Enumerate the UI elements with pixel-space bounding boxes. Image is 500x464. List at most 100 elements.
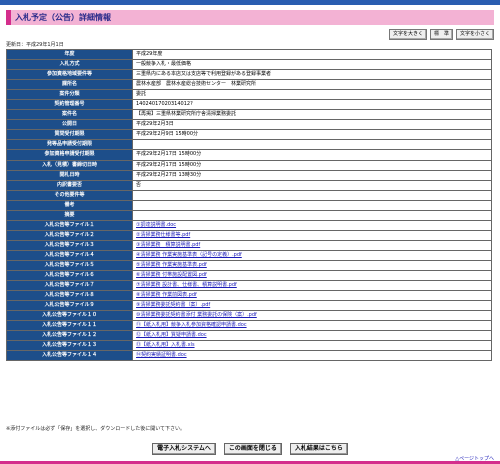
top-accent-bar xyxy=(0,0,500,5)
row-value: ⑨清掃業務委託契約書（案）.pdf xyxy=(132,300,492,312)
attachment-link[interactable]: ⑩清掃業務委託契約書添付 業務委託の保険（案）.pdf xyxy=(136,312,257,318)
attachment-link[interactable]: ②清掃業務仕様書等.pdf xyxy=(136,232,190,238)
row-label: 入札公告等ファイル１４ xyxy=(6,350,133,362)
row-value: 委託 xyxy=(132,89,492,101)
row-label: 課所名 xyxy=(6,79,133,91)
attachment-link[interactable]: ⑭契約実績証明書.doc xyxy=(136,352,187,358)
row-value: 平成29年度 xyxy=(132,48,492,61)
detail-table: 年度 平成29年度 入札方式 一般競争入札・最低価格 参加資格地域要件等 三重県内にある本… xyxy=(6,48,492,362)
row-value: 平成29年2月3日 xyxy=(132,119,492,131)
updated-date: 更新日：平成29年1月1日 xyxy=(6,42,64,48)
row-label: 内訳書要否 xyxy=(6,179,133,191)
table-row: 入札公告等ファイル５ ⑤清掃業務 作業実施基準表.pdf xyxy=(6,259,492,272)
row-value: 【再掲】三重県林業研究所庁舎清掃業務委託 xyxy=(132,109,492,121)
attachment-link[interactable]: ①調達説明書.doc xyxy=(136,222,176,228)
font-smaller-button[interactable]: 文字を小さく xyxy=(455,29,494,40)
row-value: ③清掃業務 積算説明書.pdf xyxy=(132,239,492,251)
row-label: 発等品申請受付期限 xyxy=(6,139,133,151)
table-row: 案件名 【再掲】三重県林業研究所庁舎清掃業務委託 xyxy=(6,109,492,121)
row-value xyxy=(132,139,492,151)
row-label: 入札方式 xyxy=(6,59,133,71)
attachment-link[interactable]: ④清掃業務 作業実施基準表（記号の定義）.pdf xyxy=(136,252,242,258)
attachment-link[interactable]: ⑫【紙入札用】質疑申請書.doc xyxy=(136,332,207,338)
attachment-link[interactable]: ③清掃業務 積算説明書.pdf xyxy=(136,242,200,248)
row-value: 三重県内にある本店又は支店等で利用登録がある登録事業者 xyxy=(132,69,492,81)
row-label: 入札公告等ファイル１０ xyxy=(6,310,133,322)
bottom-actions: 電子入札システムへ この画面を閉じる 入札結果はこちら xyxy=(0,443,500,455)
row-label: 入札公告等ファイル３ xyxy=(6,239,133,251)
row-value: 平成29年2月27日 13時30分 xyxy=(132,169,492,181)
row-value: 一般競争入札・最低価格 xyxy=(132,59,492,71)
row-value xyxy=(132,189,492,201)
row-value: 否 xyxy=(132,179,492,191)
row-label: 入札公告等ファイル９ xyxy=(6,300,133,312)
table-row: 入札公告等ファイル１４ ⑭契約実績証明書.doc xyxy=(6,350,492,362)
table-row: 年度 平成29年度 xyxy=(6,48,492,61)
font-larger-button[interactable]: 文字を大きく xyxy=(388,29,427,40)
row-label: 開札日時 xyxy=(6,169,133,181)
row-value: ⑦清掃業務 設計書、仕様書、積算説明書.pdf xyxy=(132,280,492,292)
table-row: 入札公告等ファイル１３ ⑬【紙入札用】入札書.xls xyxy=(6,340,492,352)
table-row: 入札公告等ファイル６ ⑥清掃業務 付帯施設配置図.pdf xyxy=(6,270,492,282)
table-row: 内訳書要否否 xyxy=(6,179,492,191)
attachment-link[interactable]: ⑦清掃業務 設計書、仕様書、積算説明書.pdf xyxy=(136,282,237,288)
table-row: 発等品申請受付期限 xyxy=(6,139,492,151)
row-label: 入札公告等ファイル６ xyxy=(6,270,133,282)
row-value: ⑭契約実績証明書.doc xyxy=(132,350,492,362)
row-label: 契約管理番号 xyxy=(6,99,133,111)
row-label: 案件名 xyxy=(6,109,133,121)
row-value xyxy=(132,199,492,211)
row-label: 参加資格申請受付期限 xyxy=(6,149,133,161)
bid-results-button[interactable]: 入札結果はこちら xyxy=(289,443,348,455)
table-row: 参加資格申請受付期限 平成29年2月17日 15時00分 xyxy=(6,149,492,161)
e-bidding-system-button[interactable]: 電子入札システムへ xyxy=(152,443,216,455)
row-value: 14024017020314012? xyxy=(132,99,492,111)
attachment-link[interactable]: ⑧清掃業務 作業前図表.pdf xyxy=(136,292,197,298)
font-size-controls: 文字を大きく 標 準 文字を小さく xyxy=(388,29,494,40)
row-label: 入札公告等ファイル４ xyxy=(6,249,133,261)
row-label: その他要件等 xyxy=(6,189,133,201)
row-value: 平成29年2月17日 15時00分 xyxy=(132,149,492,161)
table-row: 契約管理番号 14024017020314012? xyxy=(6,99,492,111)
table-row: 入札公告等ファイル７ ⑦清掃業務 設計書、仕様書、積算説明書.pdf xyxy=(6,280,492,292)
table-row: 入札方式 一般競争入札・最低価格 xyxy=(6,59,492,71)
row-label: 入札公告等ファイル５ xyxy=(6,259,133,272)
row-label: 入札公告等ファイル２ xyxy=(6,229,133,241)
table-row: 入札公告等ファイル２ ②清掃業務仕様書等.pdf xyxy=(6,229,492,241)
row-label: 入札公告等ファイル７ xyxy=(6,280,133,292)
row-label: 入札（見積）書締切日時 xyxy=(6,159,133,171)
row-label: 公開日 xyxy=(6,119,133,131)
attachment-link[interactable]: ⑨清掃業務委託契約書（案）.pdf xyxy=(136,302,210,308)
table-row: 質問受付期限 平成29年2月9日 15時00分 xyxy=(6,129,492,141)
table-row: 入札公告等ファイル１０ ⑩清掃業務委託契約書添付 業務委託の保険（案）.pdf xyxy=(6,310,492,322)
table-row: 公開日 平成29年2月3日 xyxy=(6,119,492,131)
close-window-button[interactable]: この画面を閉じる xyxy=(223,443,282,455)
table-row: 入札（見積）書締切日時 平成29年2月17日 15時00分 xyxy=(6,159,492,171)
row-value: ⑬【紙入札用】入札書.xls xyxy=(132,340,492,352)
row-value: ⑤清掃業務 作業実施基準表.pdf xyxy=(132,259,492,272)
table-row: 入札公告等ファイル１１ ⑪【紙入札用】競争入札参加資格確認申請書.doc xyxy=(6,320,492,332)
row-label: 摘要 xyxy=(6,209,133,221)
row-label: 入札公告等ファイル８ xyxy=(6,290,133,302)
attachment-link[interactable]: ⑤清掃業務 作業実施基準表.pdf xyxy=(136,262,207,268)
table-row: 開札日時 平成29年2月27日 13時30分 xyxy=(6,169,492,181)
row-label: 入札公告等ファイル１３ xyxy=(6,340,133,352)
attachment-link[interactable]: ⑥清掃業務 付帯施設配置図.pdf xyxy=(136,272,207,278)
row-label: 案件分類 xyxy=(6,89,133,101)
font-standard-button[interactable]: 標 準 xyxy=(429,29,453,40)
row-label: 入札公告等ファイル１２ xyxy=(6,330,133,342)
row-label: 入札公告等ファイル１１ xyxy=(6,320,133,332)
row-value: 平成29年2月9日 15時00分 xyxy=(132,129,492,141)
row-label: 入札公告等ファイル１ xyxy=(6,219,133,231)
table-row: 案件分類 委託 xyxy=(6,89,492,101)
row-value: ②清掃業務仕様書等.pdf xyxy=(132,229,492,241)
row-value: ⑧清掃業務 作業前図表.pdf xyxy=(132,290,492,302)
table-row: 入札公告等ファイル９ ⑨清掃業務委託契約書（案）.pdf xyxy=(6,300,492,312)
row-label: 質問受付期限 xyxy=(6,129,133,141)
table-row: 入札公告等ファイル４ ④清掃業務 作業実施基準表（記号の定義）.pdf xyxy=(6,249,492,261)
row-value: ①調達説明書.doc xyxy=(132,219,492,231)
attachment-link[interactable]: ⑬【紙入札用】入札書.xls xyxy=(136,342,195,348)
row-value: ⑪【紙入札用】競争入札参加資格確認申請書.doc xyxy=(132,320,492,332)
page-title: 入札予定（公告）詳細情報 xyxy=(6,10,494,25)
attachment-link[interactable]: ⑪【紙入札用】競争入札参加資格確認申請書.doc xyxy=(136,322,247,328)
